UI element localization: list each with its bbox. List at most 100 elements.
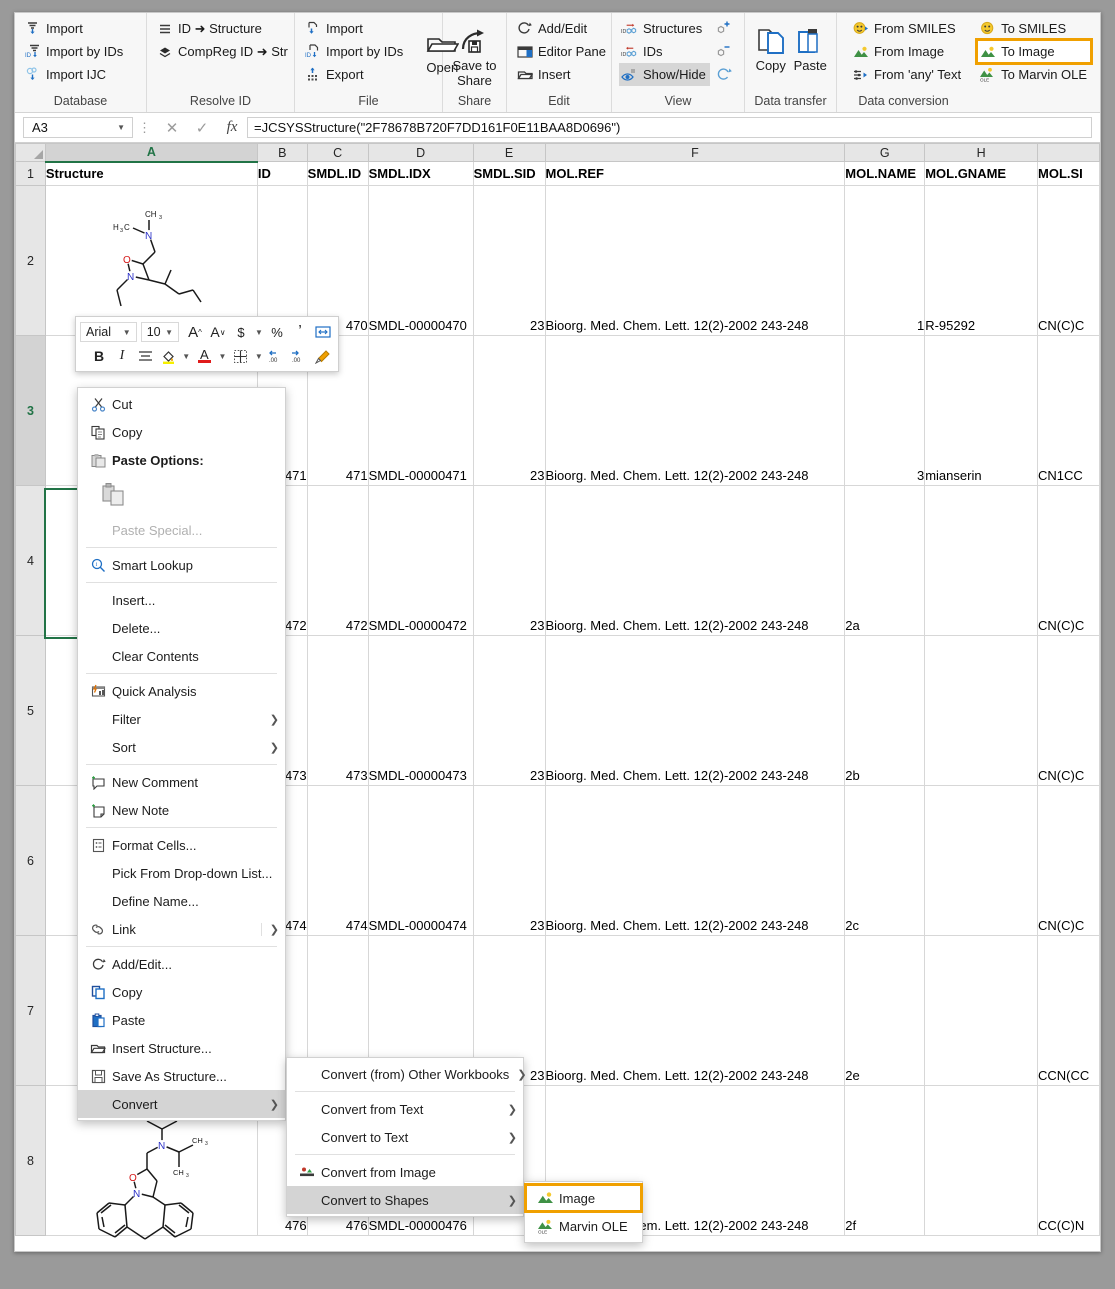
- cell-e4[interactable]: 23: [473, 486, 545, 636]
- cell-g4[interactable]: 2a: [845, 486, 925, 636]
- column-header-d[interactable]: D: [368, 144, 473, 162]
- cell-b2[interactable]: 470: [257, 186, 307, 336]
- ribbon-button-compreg-id-to-structure[interactable]: CompReg ID ➜ Str: [154, 40, 292, 63]
- cell-h2[interactable]: R-95292: [925, 186, 1038, 336]
- menu-item-paste-keep-formatting[interactable]: [78, 474, 285, 516]
- menu-item-chem-paste[interactable]: Paste: [78, 1006, 285, 1034]
- ribbon-button-to-smiles[interactable]: To SMILES: [977, 17, 1091, 40]
- percent-icon[interactable]: %: [266, 321, 288, 343]
- row-header-3[interactable]: 3: [16, 336, 46, 486]
- menu-item-chem-copy[interactable]: Copy: [78, 978, 285, 1006]
- borders-icon[interactable]: [230, 345, 252, 367]
- cell-i3[interactable]: CN1CC: [1038, 336, 1100, 486]
- cell-c1[interactable]: SMDL.ID: [307, 162, 368, 186]
- currency-icon[interactable]: $: [230, 321, 252, 343]
- menu-item-convert-from-other-workbooks[interactable]: Convert (from) Other Workbooks ❯: [287, 1060, 523, 1088]
- format-painter-icon[interactable]: [312, 345, 334, 367]
- cell-d5[interactable]: SMDL-00000473: [368, 636, 473, 786]
- menu-item-convert-from-image[interactable]: Convert from Image: [287, 1158, 523, 1186]
- ribbon-button-export[interactable]: Export: [302, 63, 407, 86]
- chevron-down-icon[interactable]: ▼: [162, 328, 176, 337]
- ribbon-button-to-image[interactable]: To Image: [977, 40, 1091, 63]
- cell-a2-structure[interactable]: [45, 186, 257, 336]
- cell-f2[interactable]: Bioorg. Med. Chem. Lett. 12(2)-2002 243-…: [545, 186, 845, 336]
- formula-bar-expand-dots[interactable]: ⋮: [133, 120, 157, 136]
- ribbon-button-import-database[interactable]: Import: [22, 17, 127, 40]
- cell-e2[interactable]: 23: [473, 186, 545, 336]
- menu-item-quick-analysis[interactable]: Quick Analysis: [78, 677, 285, 705]
- row-header-5[interactable]: 5: [16, 636, 46, 786]
- ribbon-button-structures[interactable]: ID Structures: [619, 17, 710, 40]
- cell-i8[interactable]: CC(C)N: [1038, 1086, 1100, 1236]
- bold-icon[interactable]: B: [88, 345, 110, 367]
- menu-item-pick-from-dropdown-list[interactable]: Pick From Drop-down List...: [78, 859, 285, 887]
- cell-g5[interactable]: 2b: [845, 636, 925, 786]
- chevron-down-icon[interactable]: ▼: [120, 328, 134, 337]
- formula-input[interactable]: =JCSYSStructure("2F78678B720F7DD161F0E11…: [247, 117, 1092, 138]
- cell-g7[interactable]: 2e: [845, 936, 925, 1086]
- ribbon-button-import-file[interactable]: Import: [302, 17, 407, 40]
- cell-e5[interactable]: 23: [473, 636, 545, 786]
- cell-g3[interactable]: 3: [845, 336, 925, 486]
- cell-g2[interactable]: 1: [845, 186, 925, 336]
- column-header-i[interactable]: [1038, 144, 1100, 162]
- cell-c2[interactable]: 470: [307, 186, 368, 336]
- menu-item-new-comment[interactable]: New Comment: [78, 768, 285, 796]
- cell-d4[interactable]: SMDL-00000472: [368, 486, 473, 636]
- ribbon-button-id-to-structure[interactable]: ID ➜ Structure: [154, 17, 292, 40]
- cell-h7[interactable]: [925, 936, 1038, 1086]
- menu-item-convert-to-text[interactable]: Convert to Text ❯: [287, 1123, 523, 1151]
- menu-item-filter[interactable]: Filter ❯: [78, 705, 285, 733]
- grow-font-icon[interactable]: A^: [184, 321, 206, 343]
- row-header-2[interactable]: 2: [16, 186, 46, 336]
- menu-item-sort[interactable]: Sort ❯: [78, 733, 285, 761]
- font-color-dropdown-icon[interactable]: ▼: [216, 345, 228, 367]
- cell-h5[interactable]: [925, 636, 1038, 786]
- ribbon-button-from-smiles[interactable]: From SMILES: [850, 17, 965, 40]
- insert-function-icon[interactable]: fx: [217, 119, 247, 136]
- ribbon-button-to-marvin-ole[interactable]: OLE To Marvin OLE: [977, 63, 1091, 86]
- cell-i7[interactable]: CCN(CC: [1038, 936, 1100, 1086]
- column-header-g[interactable]: G: [845, 144, 925, 162]
- cell-e6[interactable]: 23: [473, 786, 545, 936]
- cell-f3[interactable]: Bioorg. Med. Chem. Lett. 12(2)-2002 243-…: [545, 336, 845, 486]
- menu-item-new-note[interactable]: New Note: [78, 796, 285, 824]
- cell-i6[interactable]: CN(C)C: [1038, 786, 1100, 936]
- menu-item-smart-lookup[interactable]: i Smart Lookup: [78, 551, 285, 579]
- chevron-down-icon[interactable]: ▼: [114, 123, 128, 132]
- menu-item-convert-to-shapes[interactable]: Convert to Shapes ❯: [287, 1186, 523, 1214]
- italic-icon[interactable]: I: [111, 345, 133, 367]
- menu-item-save-as-structure[interactable]: Save As Structure...: [78, 1062, 285, 1090]
- cell-f4[interactable]: Bioorg. Med. Chem. Lett. 12(2)-2002 243-…: [545, 486, 845, 636]
- cell-g8[interactable]: 2f: [845, 1086, 925, 1236]
- cell-i4[interactable]: CN(C)C: [1038, 486, 1100, 636]
- cell-h6[interactable]: [925, 786, 1038, 936]
- menu-item-insert[interactable]: Insert...: [78, 586, 285, 614]
- comma-icon[interactable]: ’: [289, 321, 311, 343]
- cell-h3[interactable]: mianserin: [925, 336, 1038, 486]
- cell-c5[interactable]: 473: [307, 636, 368, 786]
- select-all-corner[interactable]: [16, 144, 46, 162]
- cell-a1[interactable]: Structure: [45, 162, 257, 186]
- menu-item-marvin-ole[interactable]: OLE Marvin OLE: [525, 1212, 642, 1240]
- column-header-e[interactable]: E: [473, 144, 545, 162]
- font-size-select[interactable]: 10 ▼: [141, 322, 179, 342]
- ribbon-button-insert[interactable]: Insert: [514, 63, 610, 86]
- menu-item-delete[interactable]: Delete...: [78, 614, 285, 642]
- remove-structure-icon[interactable]: [712, 40, 735, 63]
- ribbon-button-import-by-ids-file[interactable]: ID Import by IDs: [302, 40, 407, 63]
- cell-d2[interactable]: SMDL-00000470: [368, 186, 473, 336]
- ribbon-button-import-by-ids-database[interactable]: ID Import by IDs: [22, 40, 127, 63]
- menu-item-define-name[interactable]: Define Name...: [78, 887, 285, 915]
- ribbon-button-add-edit[interactable]: Add/Edit: [514, 17, 610, 40]
- font-name-select[interactable]: Arial ▼: [80, 322, 137, 342]
- column-header-c[interactable]: C: [307, 144, 368, 162]
- ribbon-button-copy[interactable]: Copy: [752, 23, 790, 74]
- ribbon-button-paste[interactable]: Paste: [792, 23, 830, 74]
- ribbon-button-from-image[interactable]: From Image: [850, 40, 965, 63]
- menu-item-add-edit[interactable]: Add/Edit...: [78, 950, 285, 978]
- column-header-a[interactable]: A: [45, 144, 257, 162]
- decrease-decimal-icon[interactable]: .00: [289, 345, 311, 367]
- ribbon-button-save-to-share[interactable]: Save to Share: [450, 23, 499, 88]
- cell-c6[interactable]: 474: [307, 786, 368, 936]
